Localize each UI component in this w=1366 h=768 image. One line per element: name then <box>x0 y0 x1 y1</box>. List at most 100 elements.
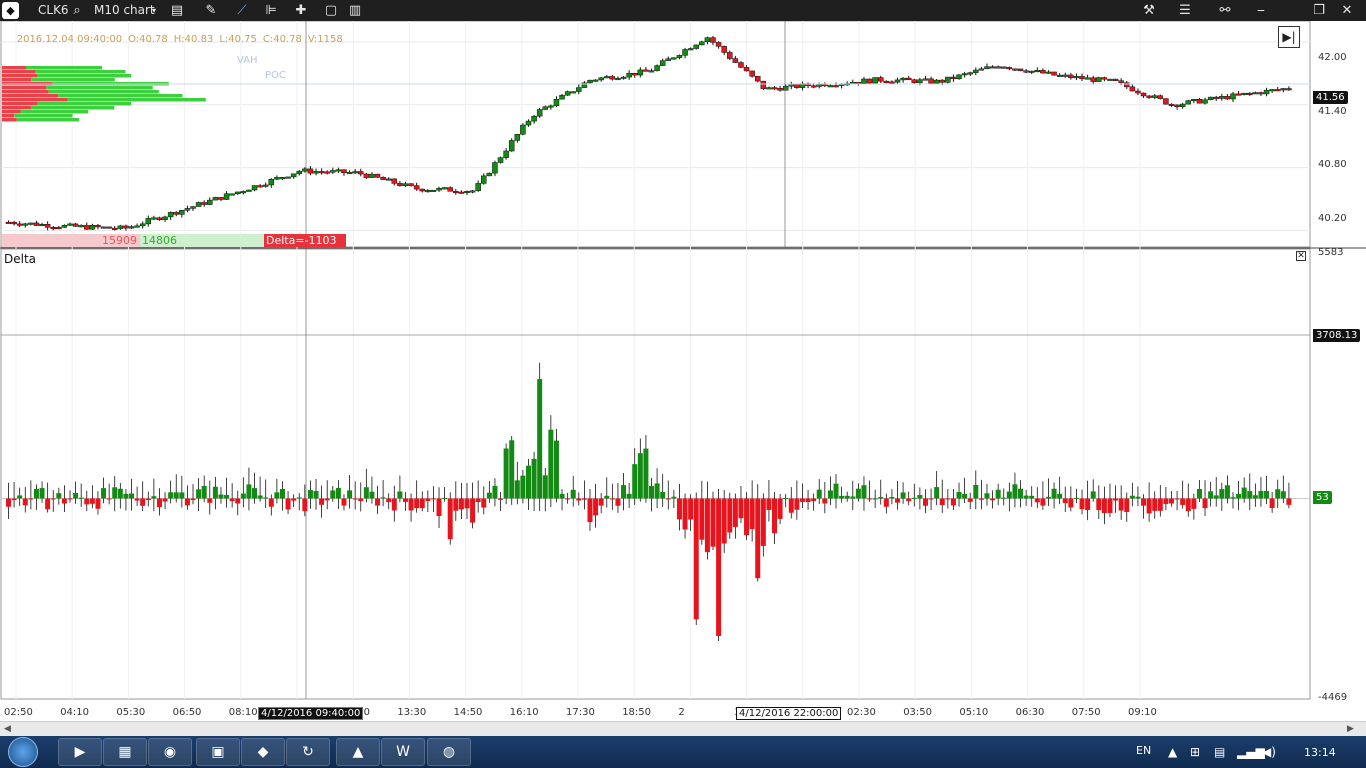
media-player-icon[interactable]: ▶ <box>58 738 102 766</box>
sync-app-icon[interactable]: ↻ <box>286 738 330 766</box>
start-button[interactable] <box>8 737 38 767</box>
delta-bar <box>805 498 811 503</box>
candle <box>1146 95 1152 98</box>
candle <box>833 85 839 88</box>
delta-bar <box>1096 498 1102 511</box>
time-tick: 02:50 <box>4 707 33 718</box>
trading-app-icon[interactable]: ◆ <box>241 738 285 766</box>
candle <box>218 197 224 200</box>
delta-bar <box>906 498 912 502</box>
vlc-icon[interactable]: ▲ <box>336 738 380 766</box>
candle <box>732 58 739 63</box>
candle <box>358 171 364 175</box>
profile-buy-bar <box>37 102 132 106</box>
signal-tray-icon[interactable]: ▂▄▆ <box>1237 745 1265 759</box>
candle <box>1073 76 1080 79</box>
clipboard-tray-icon[interactable]: ▤ <box>1214 745 1225 759</box>
delta-bar <box>872 498 878 500</box>
delta-bar <box>101 488 107 499</box>
delta-bar <box>475 498 481 503</box>
candle <box>1135 90 1141 94</box>
minimize-icon[interactable]: ⎯ <box>1254 2 1268 19</box>
delta-bar <box>240 493 246 499</box>
globe-app-icon[interactable]: ◍ <box>427 738 471 766</box>
clock[interactable]: 13:14 <box>1304 746 1336 759</box>
word-icon[interactable]: W <box>381 738 425 766</box>
columns-icon[interactable]: ▥ <box>346 2 364 19</box>
candle <box>810 85 817 88</box>
menu-icon[interactable]: ☰ <box>1172 2 1198 19</box>
search-icon[interactable]: ⌕ <box>70 2 84 19</box>
logo-icon[interactable]: ◆ <box>2 2 19 19</box>
delta-bar <box>911 497 917 499</box>
candle <box>28 222 34 225</box>
list-icon[interactable]: ▤ <box>166 2 188 19</box>
ohlc-readout: 2016.12.04 09:40:00 O:40.78 H:40.83 L:40.75… <box>4 23 349 56</box>
delta-axis-min: -4469 <box>1318 692 1348 703</box>
folders-icon[interactable]: ▣ <box>196 738 240 766</box>
candle <box>111 227 118 230</box>
volume-tray-icon[interactable]: ◀) <box>1262 745 1276 759</box>
candle <box>453 191 459 194</box>
chart-canvas[interactable] <box>0 21 1366 721</box>
candle <box>391 178 398 184</box>
delta-bar <box>565 498 571 500</box>
time-tick: 13:30 <box>397 707 427 718</box>
delta-bar <box>710 498 716 547</box>
delta-bar <box>335 487 341 499</box>
delta-bar <box>375 498 381 506</box>
delta-bar <box>822 498 828 504</box>
delta-bar <box>1073 497 1079 499</box>
candle <box>447 187 453 192</box>
chrome-icon[interactable]: ◉ <box>148 738 192 766</box>
file-explorer-icon[interactable]: ▦ <box>103 738 147 766</box>
delta-bar <box>73 492 79 499</box>
delta-bar <box>783 498 789 500</box>
candle <box>1207 96 1214 100</box>
delta-bar <box>604 495 610 499</box>
scroll-right-icon[interactable]: ▶ <box>1343 722 1358 736</box>
language-indicator[interactable]: EN <box>1136 744 1151 757</box>
layout-icon[interactable]: ⊫ <box>260 2 282 19</box>
delta-bar <box>430 498 436 500</box>
candle <box>905 77 912 81</box>
dropdown-icon[interactable]: ▾ <box>150 2 158 19</box>
delta-bar <box>956 491 962 499</box>
pencil-icon[interactable]: ✎ <box>200 2 222 19</box>
delta-bar <box>425 498 431 502</box>
jump-to-end-button[interactable]: ▶| <box>1278 26 1300 48</box>
restore-icon[interactable]: ❐ <box>1312 2 1326 19</box>
horizontal-scrollbar[interactable]: ◀ ▶ <box>0 721 1366 736</box>
delta-bar <box>1258 490 1264 499</box>
delta-bar <box>1101 498 1107 514</box>
delta-bar <box>352 498 358 500</box>
symbol-selector[interactable]: CLK6 <box>38 0 69 21</box>
tray-expand-icon[interactable]: ▲ <box>1168 745 1177 759</box>
close-panel-icon[interactable]: ✕ <box>1296 251 1306 261</box>
close-icon[interactable]: ✕ <box>1340 2 1354 19</box>
delta-bar <box>766 498 772 510</box>
chart-type-selector[interactable]: M10 chart <box>94 0 155 21</box>
candle <box>631 72 638 76</box>
scroll-left-icon[interactable]: ◀ <box>0 722 15 736</box>
link-icon[interactable]: ⚯ <box>1212 2 1238 19</box>
windows-tray-icon[interactable]: ⊞ <box>1190 745 1200 759</box>
delta-bar <box>688 498 694 520</box>
candle <box>374 173 381 178</box>
candle <box>1062 74 1069 77</box>
candle <box>654 65 660 71</box>
candle <box>363 173 370 178</box>
tools-icon[interactable]: ⚒ <box>1140 2 1158 19</box>
delta-bar <box>1068 498 1074 508</box>
chart-area[interactable]: 2016.12.04 09:40:00 O:40.78 H:40.83 L:40.75… <box>0 21 1366 721</box>
window-icon[interactable]: ▢ <box>322 2 340 19</box>
delta-bar <box>855 488 861 499</box>
candle <box>262 184 269 187</box>
delta-bar <box>386 498 392 503</box>
delta-bar <box>117 488 123 499</box>
line-chart-icon[interactable]: ⟋ <box>232 2 252 19</box>
candle <box>626 72 632 78</box>
candle <box>956 74 962 80</box>
crosshair-plus-icon[interactable]: ✚ <box>290 2 312 19</box>
candle <box>542 106 549 110</box>
